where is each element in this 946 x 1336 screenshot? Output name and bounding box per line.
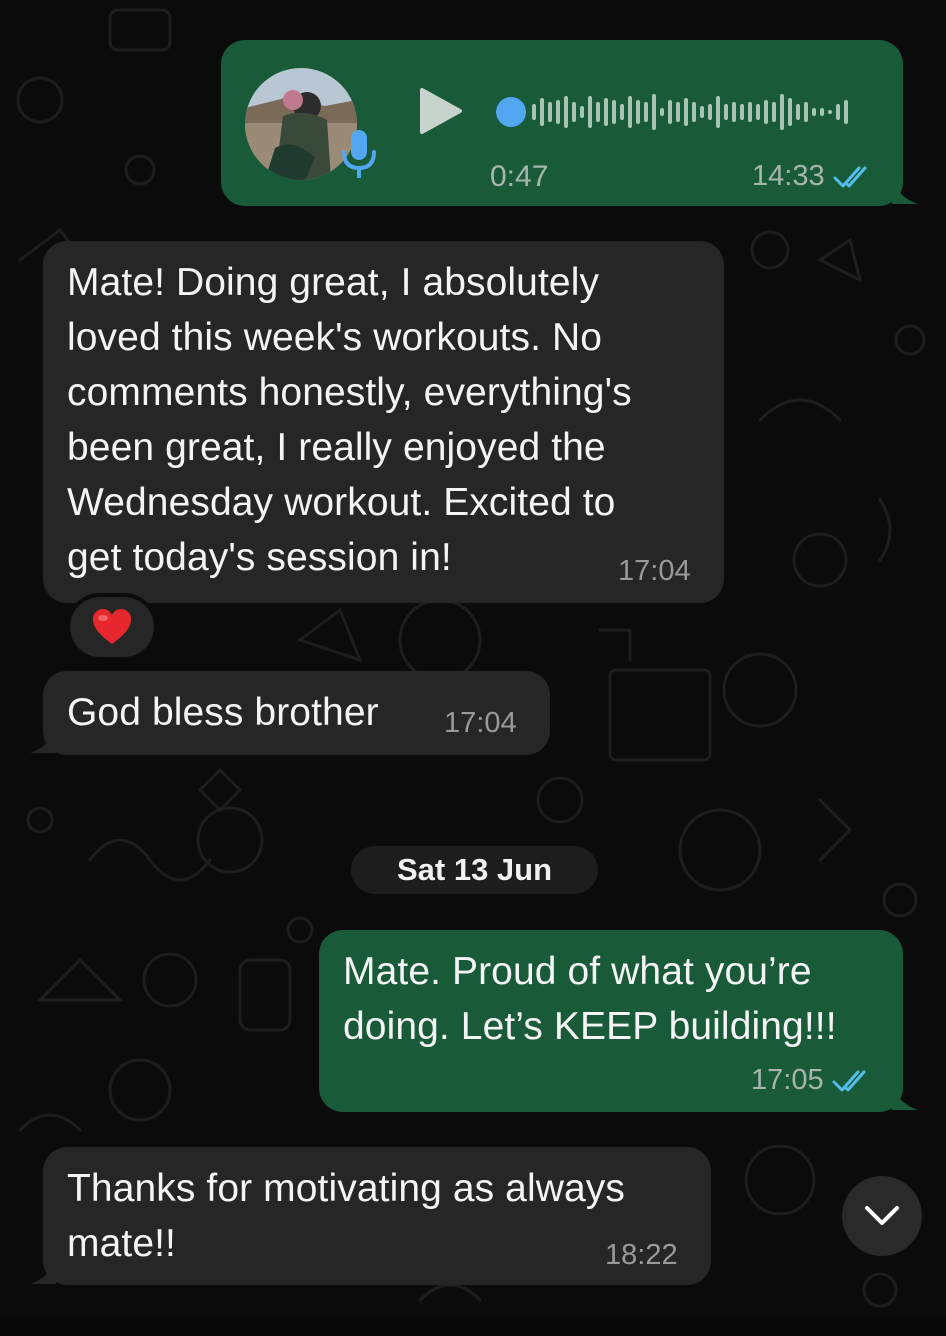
message-meta: 17:05 xyxy=(751,1064,872,1097)
heart-emoji-icon xyxy=(93,609,131,644)
message-time: 17:04 xyxy=(618,555,691,587)
bubble-tail xyxy=(892,1084,918,1110)
message-text: Mate. Proud of what you’re doing. Let’s … xyxy=(343,950,837,1048)
incoming-message-bubble[interactable]: God bless brother 17:04 xyxy=(43,671,550,755)
bottom-edge xyxy=(0,1316,946,1336)
message-time: 14:33 xyxy=(752,160,825,192)
message-meta: 17:04 xyxy=(444,707,517,740)
bubble-tail xyxy=(30,727,56,753)
outgoing-message-bubble[interactable]: Mate. Proud of what you’re doing. Let’s … xyxy=(319,930,903,1112)
bubble-tail xyxy=(30,1258,56,1284)
voice-duration: 0:47 xyxy=(490,160,549,193)
double-check-icon xyxy=(832,1070,866,1091)
message-meta: 17:04 xyxy=(618,555,691,588)
message-time: 18:22 xyxy=(605,1239,678,1271)
chevron-down-icon xyxy=(865,1206,899,1225)
date-separator: Sat 13 Jun xyxy=(351,846,598,894)
message-meta: 14:33 xyxy=(752,160,873,193)
incoming-message-bubble[interactable]: Mate! Doing great, I absolutely loved th… xyxy=(43,241,724,603)
message-meta: 18:22 xyxy=(605,1239,678,1272)
double-check-icon xyxy=(833,166,867,187)
message-text: Mate! Doing great, I absolutely loved th… xyxy=(67,261,632,579)
message-text: Thanks for motivating as always mate!! xyxy=(67,1167,625,1265)
voice-waveform[interactable] xyxy=(494,90,866,134)
scroll-to-bottom-button[interactable] xyxy=(842,1176,922,1256)
play-icon[interactable] xyxy=(418,86,464,136)
mic-icon xyxy=(342,130,376,178)
message-time: 17:05 xyxy=(751,1064,824,1096)
bubble-tail xyxy=(892,178,918,204)
incoming-message-bubble[interactable]: Thanks for motivating as always mate!! 1… xyxy=(43,1147,711,1285)
message-reaction[interactable] xyxy=(70,597,154,657)
message-time: 17:04 xyxy=(444,707,517,739)
